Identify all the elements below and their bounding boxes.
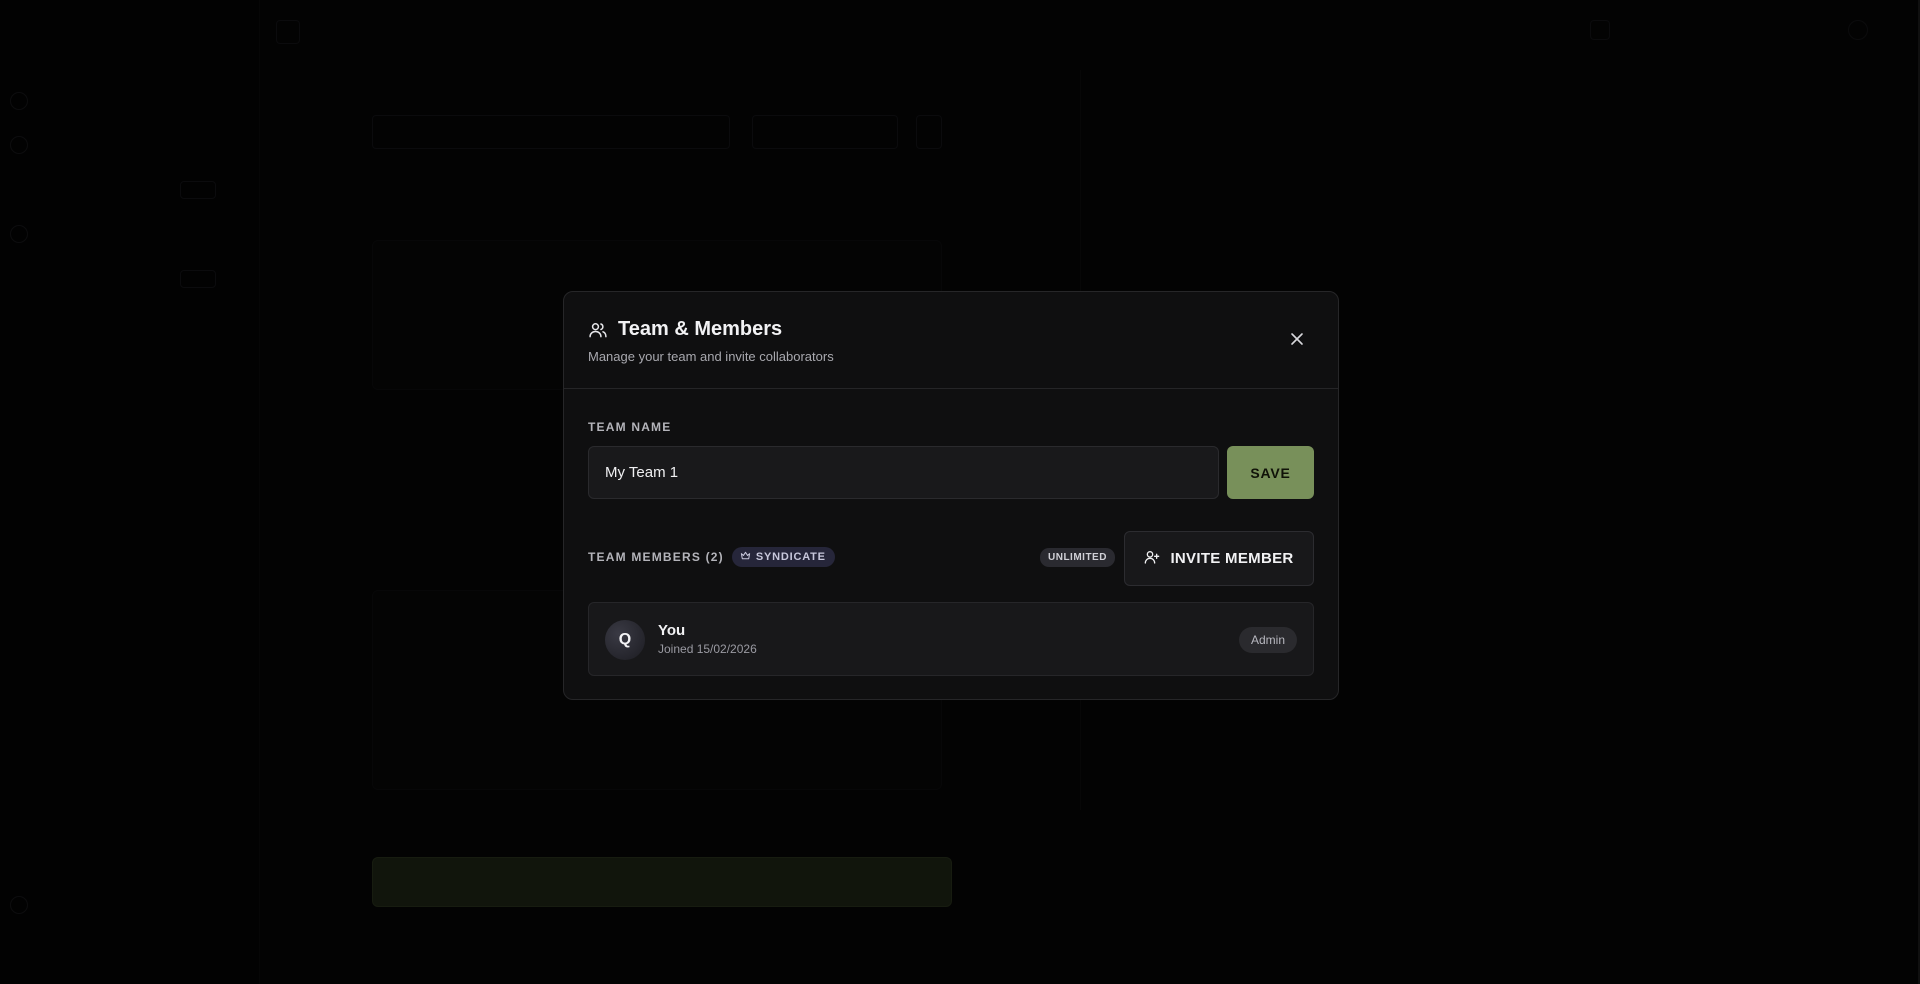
invite-member-button[interactable]: INVITE MEMBER — [1124, 531, 1314, 586]
team-members-modal: Team & Members Manage your team and invi… — [563, 291, 1339, 700]
team-members-label: TEAM MEMBERS (2) — [588, 550, 724, 564]
modal-header: Team & Members Manage your team and invi… — [564, 292, 1338, 389]
member-row: Q You Joined 15/02/2026 Admin — [588, 602, 1314, 676]
team-name-label: TEAM NAME — [588, 420, 672, 434]
save-button[interactable]: SAVE — [1227, 446, 1314, 499]
close-icon[interactable] — [1288, 330, 1306, 348]
member-limit-badge: UNLIMITED — [1040, 548, 1115, 567]
plan-badge-label: SYNDICATE — [755, 551, 826, 563]
crown-icon — [740, 550, 751, 564]
users-icon — [588, 320, 608, 340]
team-name-input[interactable] — [588, 446, 1219, 499]
invite-member-label: INVITE MEMBER — [1170, 550, 1294, 567]
role-badge: Admin — [1238, 627, 1297, 653]
member-name: You — [658, 622, 686, 639]
modal-title: Team & Members — [618, 318, 783, 340]
member-joined-date: Joined 15/02/2026 — [658, 642, 757, 656]
plan-badge: SYNDICATE — [731, 547, 835, 567]
avatar: Q — [605, 620, 645, 660]
user-plus-icon — [1144, 549, 1160, 569]
modal-title-row: Team & Members — [588, 318, 782, 341]
modal-subtitle: Manage your team and invite collaborator… — [588, 349, 834, 364]
team-members-header: TEAM MEMBERS (2) SYNDICATE — [588, 547, 835, 567]
